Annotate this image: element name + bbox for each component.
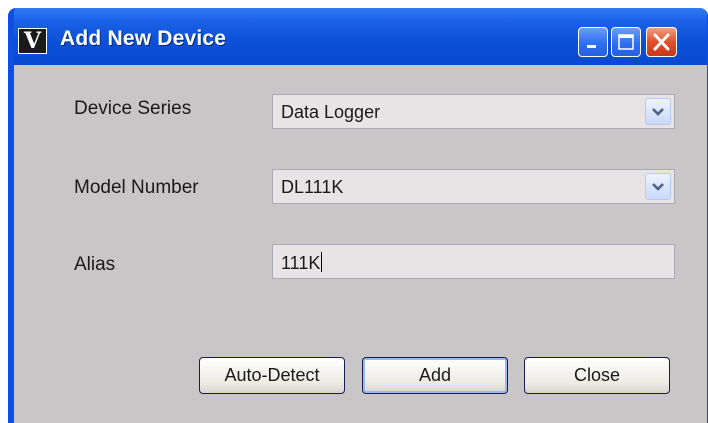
alias-label: Alias <box>74 254 116 275</box>
device-series-label: Device Series <box>74 98 192 119</box>
maximize-icon <box>618 34 634 50</box>
device-series-value: Data Logger <box>281 102 381 122</box>
chevron-down-icon <box>652 183 664 191</box>
window-title: Add New Device <box>60 27 227 50</box>
close-button[interactable]: Close <box>524 357 670 394</box>
model-number-dropdown-button[interactable] <box>645 173 671 200</box>
chevron-down-icon <box>652 108 664 116</box>
minimize-button[interactable] <box>578 27 608 57</box>
close-window-button[interactable] <box>646 27 677 57</box>
app-logo-icon: V <box>18 28 47 54</box>
minimize-icon <box>587 45 596 48</box>
model-number-value: DL111K <box>281 177 344 197</box>
device-series-dropdown-button[interactable] <box>645 98 671 125</box>
alias-value: 111K <box>281 253 321 273</box>
device-series-select[interactable]: Data Logger <box>272 94 675 129</box>
maximize-button[interactable] <box>611 27 641 57</box>
app-logo-glyph: V <box>23 28 42 54</box>
alias-input[interactable]: 111K <box>272 244 675 279</box>
model-number-select[interactable]: DL111K <box>272 169 675 204</box>
close-icon <box>653 33 670 51</box>
title-bar[interactable]: V Add New Device <box>14 8 707 65</box>
auto-detect-button[interactable]: Auto-Detect <box>199 357 345 394</box>
add-button[interactable]: Add <box>362 357 508 394</box>
add-device-dialog: V Add New Device Device Series Data Logg… <box>8 8 708 423</box>
text-caret <box>321 252 323 272</box>
model-number-label: Model Number <box>74 177 199 198</box>
